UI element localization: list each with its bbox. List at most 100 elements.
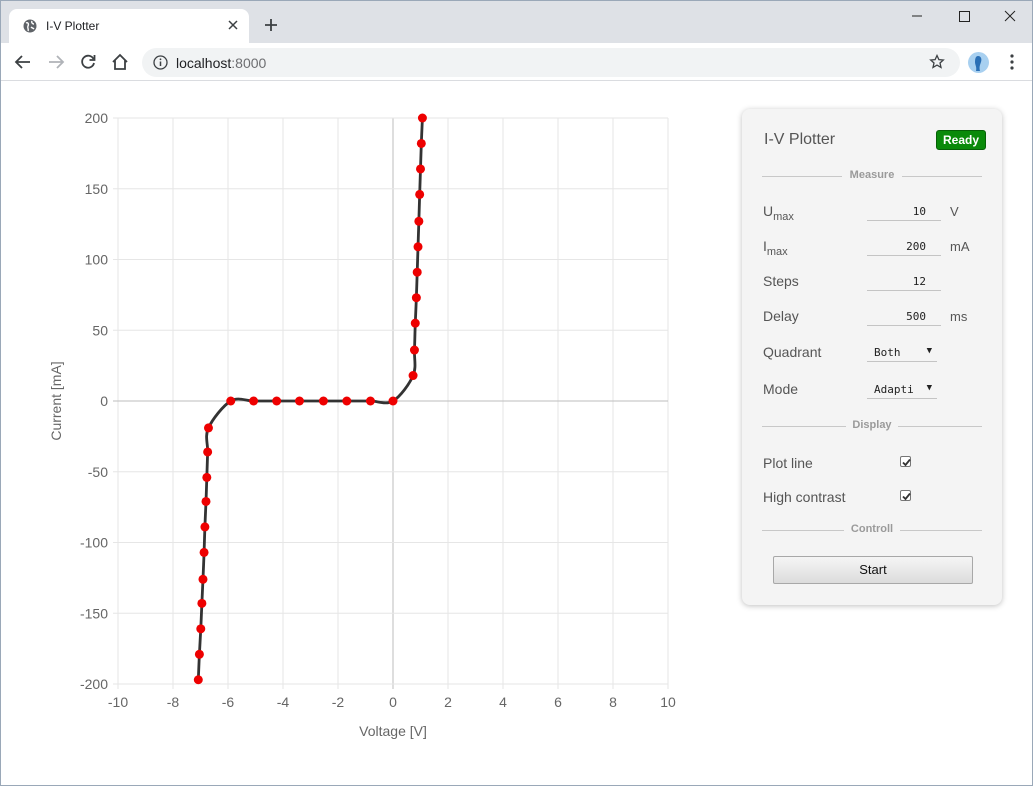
x-tick-label: 6 [554,694,562,710]
y-tick-label: 150 [85,181,109,197]
data-point [199,547,209,557]
data-point [408,371,418,381]
section-control: Controll [762,523,982,537]
data-point [388,396,398,406]
section-display-label: Display [852,419,892,431]
data-point [272,396,282,406]
data-point [201,496,211,506]
address-bar[interactable]: localhost:8000 [142,48,960,77]
x-tick-label: 4 [499,694,507,710]
control-panel: I-V Plotter Ready Measure Umax V Imax mA… [742,109,1002,605]
steps-label: Steps [763,273,799,289]
iv-chart-svg: -10 -8 -6 -4 -2 0 2 4 6 8 10 200 150 100 50 0 -50 -100 -15… [48,110,676,739]
imax-label: Imax [763,238,788,258]
data-point [194,649,204,659]
status-badge: Ready [936,130,987,150]
browser-window: I-V Plotter localhost:8000 -10 -8 -6 -4 … [0,0,1033,786]
umax-unit: V [950,204,959,219]
back-arrow-icon[interactable] [13,52,33,72]
url-text: localhost:8000 [176,55,267,71]
x-tick-label: -6 [222,694,235,710]
home-icon[interactable] [110,52,130,72]
y-tick-label: -100 [80,535,108,551]
steps-input[interactable] [867,273,941,291]
data-point [295,396,304,406]
checkmark-icon [902,492,911,501]
delay-label: Delay [763,308,799,324]
data-point [203,447,213,457]
section-display: Display [762,419,982,433]
maximize-icon[interactable] [941,1,987,31]
delay-unit: ms [950,309,968,324]
data-point [193,675,203,685]
y-tick-label: 0 [100,393,108,409]
x-tick-label: -4 [277,694,290,710]
dropdown-caret-icon: ▼ [926,346,932,356]
x-tick-label: 10 [660,694,676,710]
data-point [202,472,212,482]
data-point [197,598,207,608]
close-window-icon[interactable] [987,1,1033,31]
browser-toolbar: localhost:8000 [1,43,1032,81]
plot-line-checkbox[interactable] [900,456,911,467]
mode-select[interactable]: Adapti ▼ [867,380,937,399]
high-contrast-label: High contrast [763,489,846,505]
browser-tab[interactable]: I-V Plotter [9,9,249,43]
quadrant-select[interactable]: Both ▼ [867,343,937,362]
iv-chart: -10 -8 -6 -4 -2 0 2 4 6 8 10 200 150 100 50 0 -50 -100 -15… [41,101,701,751]
profile-avatar[interactable] [968,52,989,73]
plot-line-label: Plot line [763,455,813,471]
dropdown-caret-icon: ▼ [926,383,932,393]
y-tick-label: 100 [85,252,109,268]
kebab-menu-icon[interactable] [1004,53,1020,71]
start-button[interactable]: Start [773,556,973,584]
new-tab-icon[interactable] [262,16,280,34]
mode-label: Mode [763,381,799,397]
section-measure-label: Measure [849,169,895,181]
y-tick-label: -150 [80,605,108,621]
data-point [416,138,426,148]
checkmark-icon [902,458,911,467]
x-tick-label: 0 [389,694,397,710]
reload-icon[interactable] [78,52,98,72]
data-point [198,574,208,584]
data-point [412,267,422,277]
section-measure: Measure [762,169,982,183]
section-control-label: Controll [850,523,894,535]
x-tick-label: -10 [108,694,128,710]
data-point [411,293,421,303]
imax-unit: mA [950,239,970,254]
data-point [226,396,236,406]
x-tick-label: -8 [167,694,180,710]
data-point [417,113,427,123]
umax-input[interactable] [867,203,941,221]
data-point [409,345,419,355]
data-point [342,396,352,406]
y-axis-title: Current [mA] [48,361,64,440]
bookmark-star-icon[interactable] [929,54,945,70]
delay-input[interactable] [867,308,941,326]
data-point [249,396,259,406]
data-point [413,242,423,252]
x-tick-label: -2 [332,694,345,710]
mode-value: Adapti [874,383,914,396]
profile-icon [968,52,989,73]
minimize-icon[interactable] [894,1,940,31]
panel-title: I-V Plotter [764,131,836,148]
data-point [365,396,375,406]
data-point [196,624,206,634]
x-tick-label: 2 [444,694,452,710]
high-contrast-checkbox[interactable] [900,490,911,501]
data-point [415,189,425,199]
y-tick-label: -200 [80,676,108,692]
umax-label: Umax [763,203,794,223]
data-point [203,423,213,433]
forward-arrow-icon[interactable] [46,52,66,72]
data-point [414,216,424,226]
x-tick-label: 8 [609,694,617,710]
info-icon[interactable] [153,55,168,70]
close-tab-icon[interactable] [225,17,241,33]
imax-input[interactable] [867,238,941,256]
x-axis-title: Voltage [V] [359,723,427,739]
y-tick-label: -50 [88,464,108,480]
